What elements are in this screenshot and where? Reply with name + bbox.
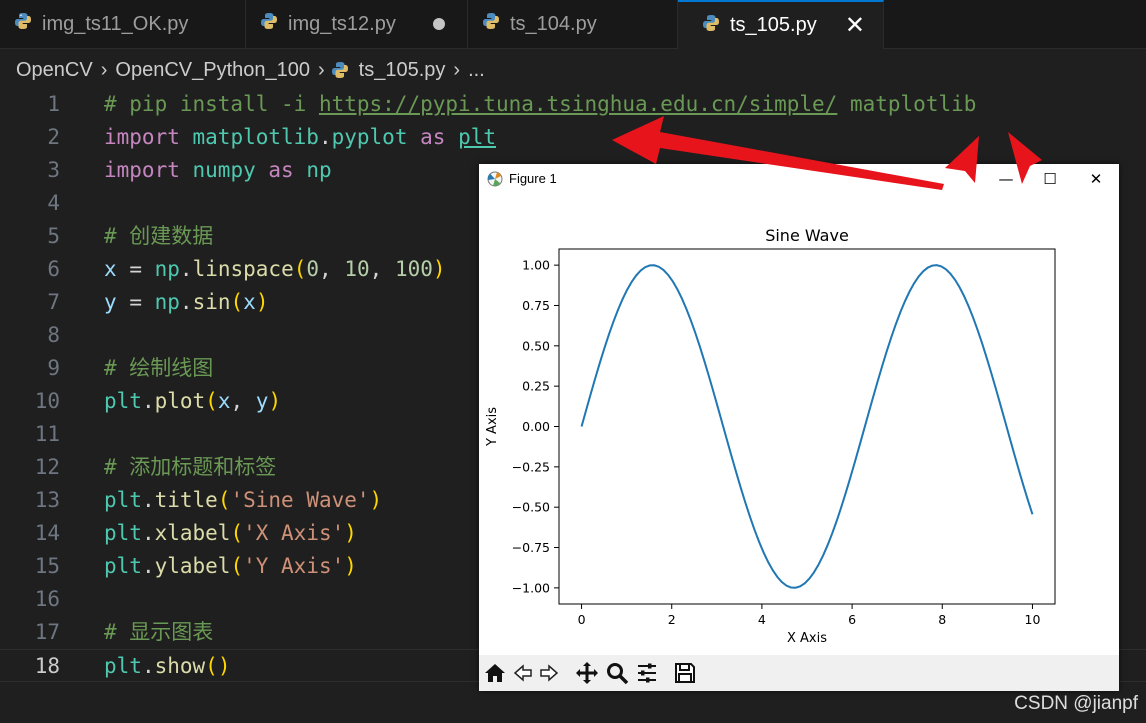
watermark: CSDN @jianpf	[1014, 693, 1138, 714]
arrow-to-close-icon	[1008, 132, 1042, 184]
arrow-to-maximize-icon	[945, 136, 979, 183]
arrow-to-import-icon	[612, 116, 944, 190]
annotation-arrows	[612, 116, 1042, 190]
